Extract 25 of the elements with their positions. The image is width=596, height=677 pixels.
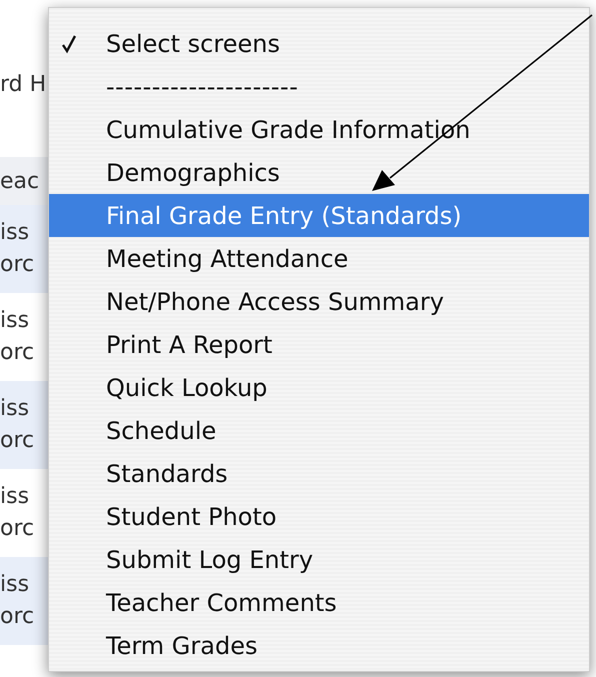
table-cell-text: iss (0, 308, 30, 334)
menu-item[interactable]: Net/Phone Access Summary (49, 280, 589, 323)
table-cell-text: orc (0, 252, 36, 278)
menu-item[interactable]: Final Grade Entry (Standards) (49, 194, 589, 237)
table-cell-text: iss (0, 220, 30, 246)
window-title-fragment: rd H (0, 72, 48, 99)
table-cell-text: iss (0, 572, 30, 598)
menu-separator: --------------------- (105, 72, 300, 102)
menu-item[interactable]: Standards (49, 452, 589, 495)
menu-item[interactable]: Print A Report (49, 323, 589, 366)
menu-item[interactable]: Schedule (49, 409, 589, 452)
menu-item[interactable]: Quick Lookup (49, 366, 589, 409)
menu-item[interactable]: Student Photo (49, 495, 589, 538)
table-cell-text: iss (0, 484, 30, 510)
table-cell-text: orc (0, 604, 36, 630)
table-cell-text: orc (0, 428, 36, 454)
checkmark-icon (61, 34, 77, 54)
menu-item[interactable]: Term Grades (49, 624, 589, 667)
menu-item[interactable]: Submit Log Entry (49, 538, 589, 581)
table-cell-text: iss (0, 396, 30, 422)
menu-item[interactable]: Select screens (49, 22, 589, 65)
menu-item[interactable]: Meeting Attendance (49, 237, 589, 280)
table-cell-text: orc (0, 516, 36, 542)
menu-item[interactable]: Teacher Comments (49, 581, 589, 624)
table-cell-text: orc (0, 340, 36, 366)
